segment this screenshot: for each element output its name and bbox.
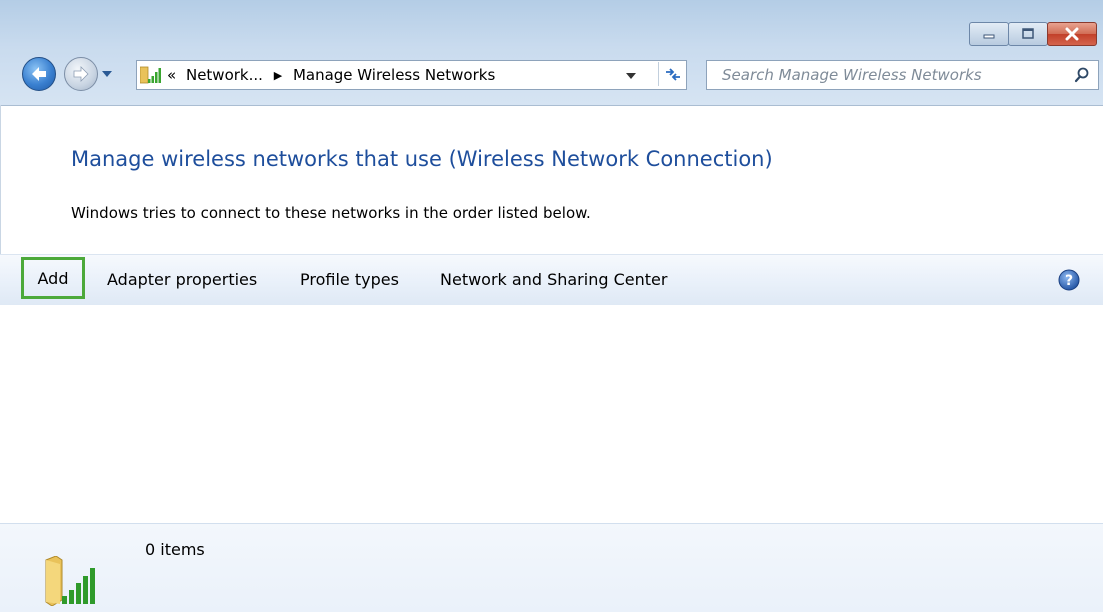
- search-placeholder: Search Manage Wireless Networks: [722, 66, 982, 84]
- back-arrow-icon: [32, 67, 46, 81]
- close-button[interactable]: [1047, 22, 1097, 46]
- chevron-down-icon: [102, 71, 112, 77]
- refresh-button[interactable]: [658, 62, 687, 86]
- breadcrumb-separator-icon[interactable]: ▶: [274, 69, 282, 82]
- profile-types-button[interactable]: Profile types: [300, 270, 399, 289]
- add-button-label: Add: [37, 268, 69, 288]
- svg-text:?: ?: [1065, 273, 1073, 289]
- breadcrumb-overflow[interactable]: «: [167, 66, 176, 84]
- address-dropdown-icon[interactable]: [625, 72, 637, 80]
- maximize-icon: [1022, 28, 1034, 39]
- breadcrumb: « Network... ▶ Manage Wireless Networks: [167, 66, 495, 84]
- adapter-properties-button[interactable]: Adapter properties: [107, 270, 257, 289]
- add-button[interactable]: Add: [21, 257, 85, 299]
- forward-button[interactable]: [64, 57, 98, 91]
- search-input[interactable]: Search Manage Wireless Networks: [706, 60, 1099, 90]
- page-description: Windows tries to connect to these networ…: [71, 204, 591, 222]
- details-pane: [0, 523, 1103, 612]
- wireless-folder-icon: [45, 556, 95, 606]
- address-bar[interactable]: « Network... ▶ Manage Wireless Networks: [136, 60, 687, 90]
- help-icon[interactable]: ?: [1057, 268, 1081, 292]
- search-icon[interactable]: [1074, 67, 1090, 83]
- network-list[interactable]: [0, 305, 1103, 523]
- minimize-icon: [983, 34, 995, 39]
- wireless-signal-icon: [140, 66, 161, 84]
- refresh-icon: [666, 68, 680, 81]
- command-bar: Add Adapter properties Profile types Net…: [0, 254, 1103, 306]
- back-button[interactable]: [22, 57, 56, 91]
- network-sharing-center-button[interactable]: Network and Sharing Center: [440, 270, 667, 289]
- breadcrumb-network[interactable]: Network...: [186, 66, 263, 84]
- window-controls: [969, 22, 1097, 46]
- forward-arrow-icon: [73, 66, 89, 82]
- close-icon: [1065, 27, 1079, 41]
- minimize-button[interactable]: [969, 22, 1009, 46]
- window-chrome: « Network... ▶ Manage Wireless Networks …: [0, 0, 1103, 106]
- page-title: Manage wireless networks that use (Wirel…: [71, 147, 773, 171]
- maximize-button[interactable]: [1008, 22, 1048, 46]
- item-count: 0 items: [145, 540, 205, 559]
- recent-pages-button[interactable]: [100, 62, 114, 84]
- breadcrumb-manage-wireless[interactable]: Manage Wireless Networks: [293, 66, 495, 84]
